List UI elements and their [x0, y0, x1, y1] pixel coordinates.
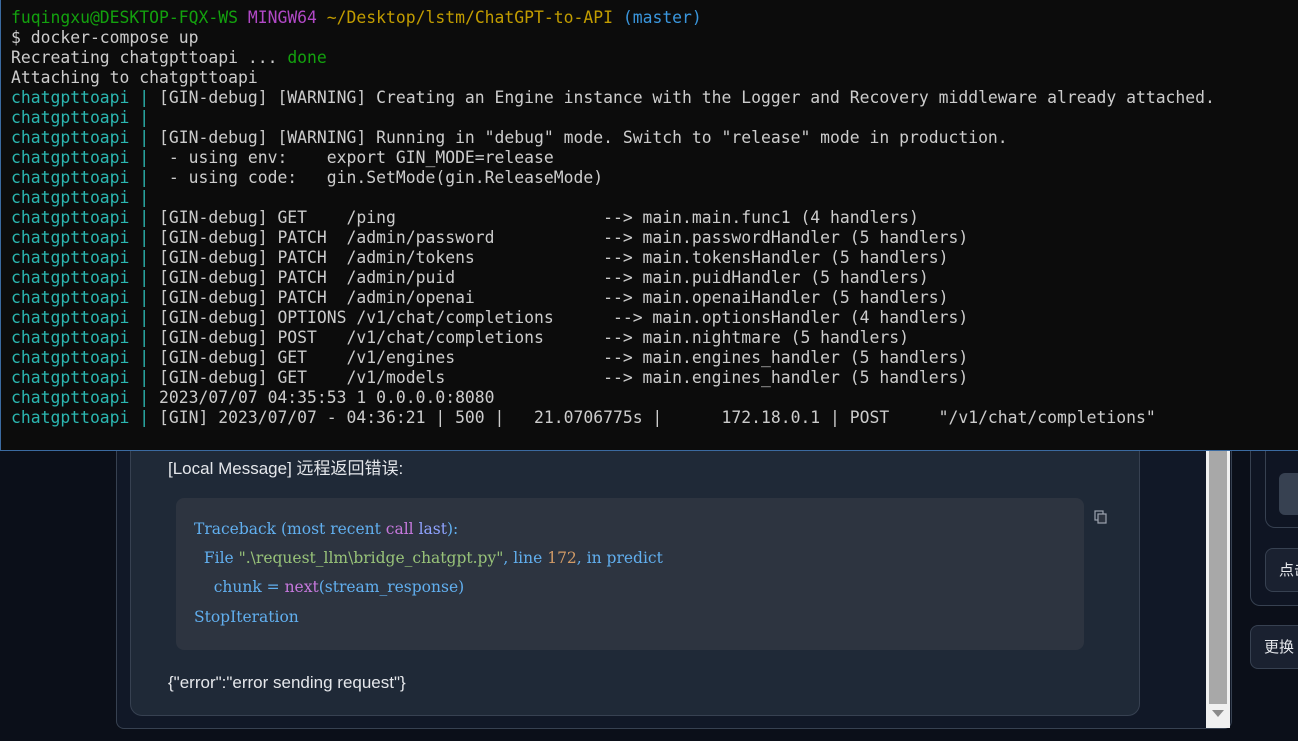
log-line: chatgpttoapi | [GIN-debug] PATCH /admin/…	[11, 248, 949, 267]
log-line: chatgpttoapi | [GIN-debug] [WARNING] Cre…	[11, 88, 1215, 107]
code-line-4: StopIteration	[194, 608, 299, 626]
code-line-2: File ".\request_llm\bridge_chatgpt.py", …	[194, 549, 663, 567]
log-line: chatgpttoapi | [GIN-debug] PATCH /admin/…	[11, 268, 929, 287]
terminal-recreating: Recreating chatgpttoapi ... done	[11, 48, 327, 67]
code-line-1: Traceback (most recent call last):	[194, 520, 459, 538]
local-message-text: [Local Message] 远程返回错误:	[168, 459, 404, 478]
log-line: chatgpttoapi | [GIN-debug] GET /v1/model…	[11, 368, 969, 387]
scrollbar-thumb[interactable]	[1209, 448, 1227, 704]
log-line: chatgpttoapi | [GIN-debug] OPTIONS /v1/c…	[11, 308, 969, 327]
log-line: chatgpttoapi | - using code: gin.SetMode…	[11, 168, 604, 187]
log-line: chatgpttoapi | [GIN] 2023/07/07 - 04:36:…	[11, 408, 1156, 427]
terminal-attaching: Attaching to chatgpttoapi	[11, 68, 258, 87]
code-line-3: chunk = next(stream_response)	[194, 578, 465, 596]
chat-scrollbar[interactable]	[1206, 440, 1230, 728]
log-line: chatgpttoapi | [GIN-debug] GET /v1/engin…	[11, 348, 969, 367]
log-line: chatgpttoapi | [GIN-debug] POST /v1/chat…	[11, 328, 909, 347]
log-line: chatgpttoapi |	[11, 108, 150, 127]
error-response-text: {"error":"error sending request"}	[168, 673, 406, 692]
log-line: chatgpttoapi | 2023/07/07 04:35:53 1 0.0…	[11, 388, 495, 407]
terminal-command: $ docker-compose up	[11, 28, 199, 47]
scroll-down-arrow-icon[interactable]	[1212, 710, 1224, 717]
right-panel-button-change[interactable]: 更换	[1250, 625, 1298, 669]
terminal-window[interactable]: fuqingxu@DESKTOP-FQX-WS MINGW64 ~/Deskto…	[0, 0, 1298, 451]
log-line: chatgpttoapi | [GIN-debug] [WARNING] Run…	[11, 128, 1008, 147]
copy-icon[interactable]	[1094, 510, 1108, 524]
log-line: chatgpttoapi | [GIN-debug] PATCH /admin/…	[11, 228, 969, 247]
log-line: chatgpttoapi | [GIN-debug] PATCH /admin/…	[11, 288, 949, 307]
log-line: chatgpttoapi |	[11, 188, 150, 207]
log-line: chatgpttoapi | [GIN-debug] GET /ping -->…	[11, 208, 919, 227]
right-panel-gray-button[interactable]	[1279, 473, 1298, 515]
log-line: chatgpttoapi | - using env: export GIN_M…	[11, 148, 554, 167]
right-panel-button-click[interactable]: 点击	[1265, 548, 1298, 592]
terminal-prompt: fuqingxu@DESKTOP-FQX-WS MINGW64 ~/Deskto…	[11, 8, 702, 27]
